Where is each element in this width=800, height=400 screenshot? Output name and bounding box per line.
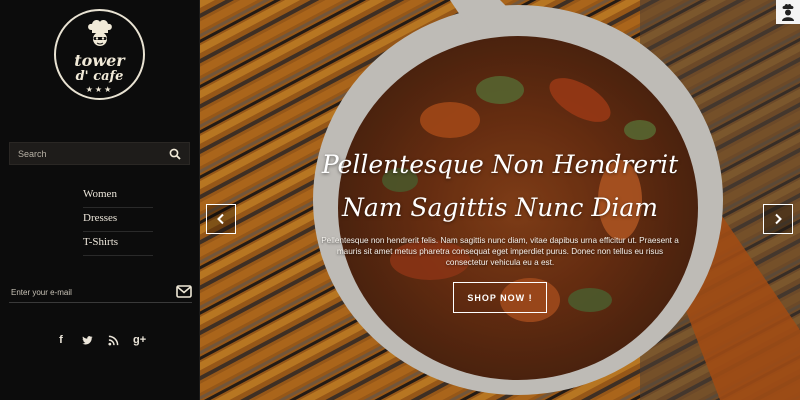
sidebar: tower d' cafe ★★★ Women Dresses T-Shirts… bbox=[0, 0, 200, 400]
logo-stars: ★★★ bbox=[85, 85, 114, 94]
rss-icon[interactable] bbox=[107, 333, 119, 347]
newsletter-form bbox=[9, 282, 192, 303]
menu-item-t-shirts[interactable]: T-Shirts bbox=[83, 232, 153, 256]
social-links: f g+ bbox=[55, 333, 146, 347]
hero-slider: Pellentesque Non Hendrerit Nam Sagittis … bbox=[200, 0, 800, 400]
twitter-icon[interactable] bbox=[81, 333, 93, 347]
shop-now-button[interactable]: SHOP NOW ! bbox=[453, 282, 547, 313]
logo-text-tower: tower bbox=[74, 51, 125, 70]
chevron-right-icon bbox=[775, 213, 782, 225]
hero-description: Pellentesque non hendrerit felis. Nam sa… bbox=[321, 236, 679, 267]
hero-title-line2: Nam Sagittis Nunc Diam bbox=[341, 193, 658, 222]
menu-item-women[interactable]: Women bbox=[83, 184, 153, 208]
slider-next-button[interactable] bbox=[763, 204, 793, 234]
user-chef-icon bbox=[782, 4, 794, 21]
hero-title-line1: Pellentesque Non Hendrerit bbox=[321, 150, 679, 179]
user-account-button[interactable] bbox=[776, 0, 800, 24]
search-icon[interactable] bbox=[169, 148, 181, 160]
search-input[interactable] bbox=[10, 143, 160, 164]
google-plus-icon[interactable]: g+ bbox=[133, 333, 146, 347]
menu-item-dresses[interactable]: Dresses bbox=[83, 208, 153, 232]
chevron-left-icon bbox=[217, 213, 224, 225]
chef-icon bbox=[88, 19, 112, 46]
email-field[interactable] bbox=[9, 282, 169, 302]
slider-prev-button[interactable] bbox=[206, 204, 236, 234]
logo[interactable]: tower d' cafe ★★★ bbox=[54, 9, 145, 100]
search-box bbox=[9, 142, 190, 165]
category-menu: Women Dresses T-Shirts bbox=[83, 184, 153, 256]
facebook-icon[interactable]: f bbox=[55, 333, 67, 347]
envelope-icon[interactable] bbox=[176, 285, 192, 298]
logo-text-cafe: d' cafe bbox=[75, 69, 124, 84]
